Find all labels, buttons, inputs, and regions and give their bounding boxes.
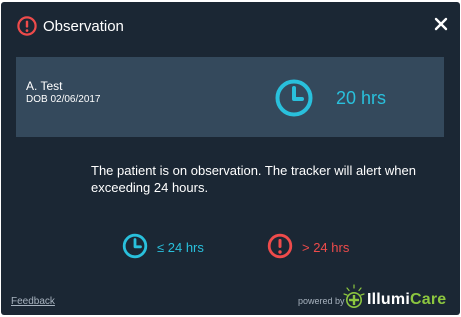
clock-icon	[122, 233, 148, 259]
close-icon[interactable]	[432, 15, 450, 33]
observation-dialog: Observation A. Test DOB 02/06/2017 20 hr…	[1, 2, 460, 315]
powered-by-text: powered by	[298, 296, 345, 306]
feedback-link[interactable]: Feedback	[11, 296, 55, 307]
legend-over-label: > 24 hrs	[302, 240, 350, 255]
alert-circle-icon	[267, 233, 293, 259]
dialog-title: Observation	[43, 18, 124, 35]
clock-icon	[274, 78, 314, 118]
patient-dob: DOB 02/06/2017	[26, 94, 101, 105]
patient-name: A. Test	[26, 79, 63, 93]
illumicare-brand: IllumiCare	[367, 291, 446, 309]
brand-part1: Illumi	[367, 291, 410, 308]
dialog-titlebar: Observation	[1, 2, 460, 48]
observation-hours: 20 hrs	[336, 88, 387, 108]
alert-circle-icon	[17, 16, 37, 36]
patient-card: A. Test DOB 02/06/2017 20 hrs	[16, 57, 444, 137]
legend-under-label: ≤ 24 hrs	[157, 240, 204, 255]
brand-part2: Care	[409, 291, 447, 308]
illumicare-logo	[342, 284, 366, 312]
observation-message: The patient is on observation. The track…	[91, 163, 416, 195]
